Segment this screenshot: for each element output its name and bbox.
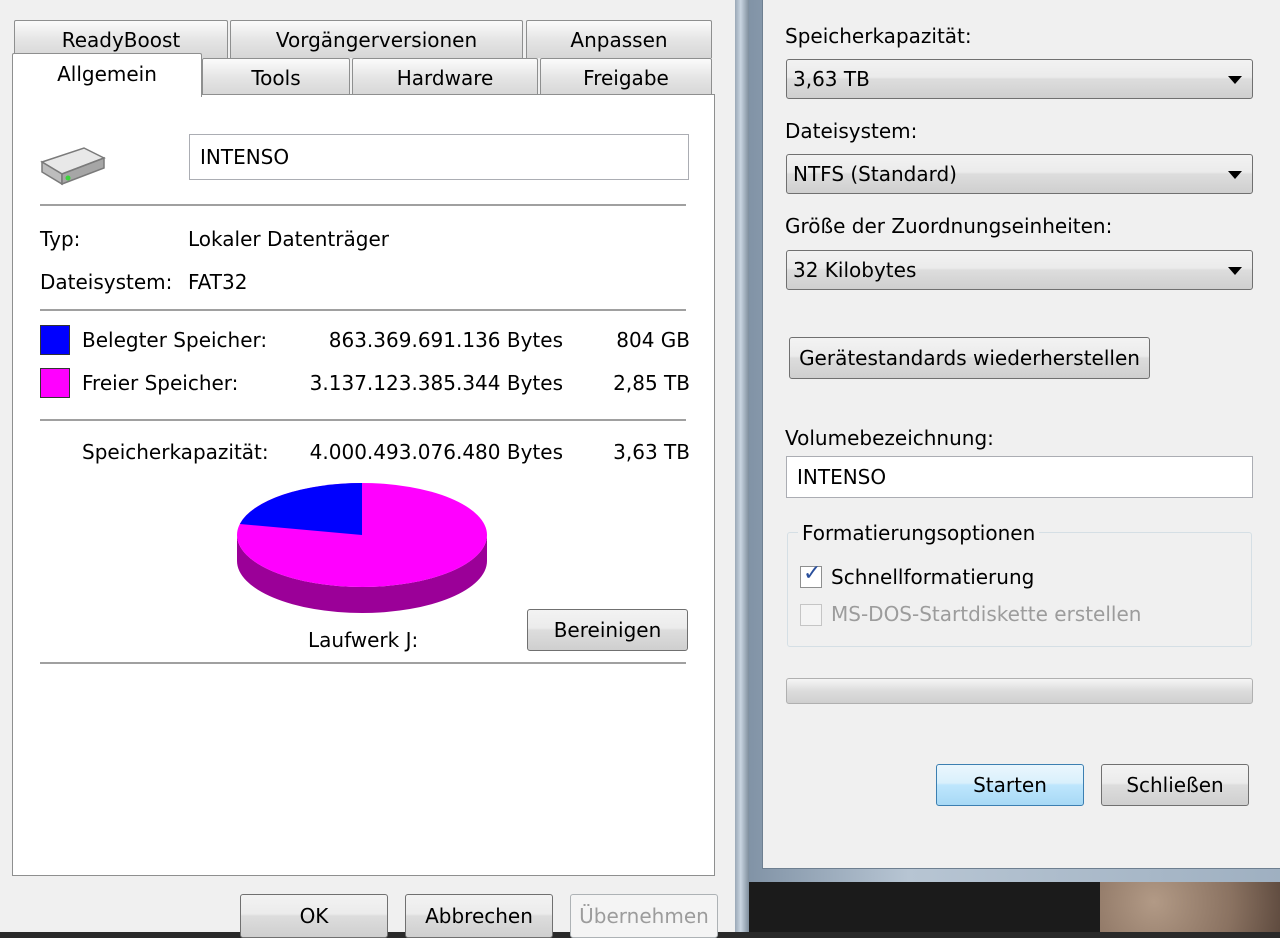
free-space-bytes: 3.137.123.385.344 Bytes bbox=[309, 371, 563, 395]
cleanup-button[interactable]: Bereinigen bbox=[527, 609, 688, 651]
format-options-title: Formatierungsoptionen bbox=[798, 521, 1040, 545]
type-value: Lokaler Datenträger bbox=[188, 227, 389, 251]
quick-format-checkbox[interactable]: ✓ bbox=[800, 561, 822, 588]
filesystem-value: FAT32 bbox=[188, 270, 248, 294]
format-progress-bar bbox=[786, 678, 1253, 704]
checkmark-icon: ✓ bbox=[803, 561, 822, 586]
separator bbox=[40, 419, 686, 421]
capacity-size: 3,63 TB bbox=[613, 440, 690, 464]
hard-drive-icon bbox=[40, 147, 106, 186]
allocation-size-select-value: 32 Kilobytes bbox=[793, 258, 917, 282]
volume-label-input[interactable]: INTENSO bbox=[786, 456, 1253, 498]
filesystem-label: Dateisystem: bbox=[40, 270, 173, 294]
separator bbox=[40, 309, 686, 311]
volume-label-label: Volumebezeichnung: bbox=[785, 426, 994, 450]
window-border bbox=[735, 0, 749, 932]
separator bbox=[40, 204, 686, 206]
used-space-swatch bbox=[40, 325, 70, 355]
msdos-boot-checkbox[interactable] bbox=[800, 604, 822, 626]
quick-format-label[interactable]: Schnellformatierung bbox=[831, 565, 1034, 589]
cancel-button[interactable]: Abbrechen bbox=[405, 894, 553, 938]
used-space-bytes: 863.369.691.136 Bytes bbox=[328, 328, 563, 352]
used-space-label: Belegter Speicher: bbox=[82, 328, 268, 352]
capacity-select-value: 3,63 TB bbox=[793, 67, 870, 91]
drive-letter-label: Laufwerk J: bbox=[308, 628, 419, 652]
capacity-select[interactable]: 3,63 TB bbox=[786, 59, 1253, 99]
close-button[interactable]: Schließen bbox=[1101, 764, 1249, 806]
chevron-down-icon bbox=[1228, 76, 1242, 84]
separator bbox=[40, 662, 686, 664]
allocation-size-label: Größe der Zuordnungseinheiten: bbox=[785, 214, 1113, 238]
allocation-size-select[interactable]: 32 Kilobytes bbox=[786, 250, 1253, 290]
format-capacity-label: Speicherkapazität: bbox=[785, 24, 972, 48]
properties-dialog: ReadyBoost Vorgängerversionen Anpassen A… bbox=[0, 0, 735, 938]
ok-button[interactable]: OK bbox=[240, 894, 388, 938]
format-filesystem-label: Dateisystem: bbox=[785, 119, 918, 143]
restore-defaults-button[interactable]: Gerätestandards wiederherstellen bbox=[789, 337, 1150, 379]
start-button[interactable]: Starten bbox=[936, 764, 1084, 806]
desktop-wallpaper-fragment bbox=[1100, 882, 1280, 932]
type-label: Typ: bbox=[40, 227, 81, 251]
format-options-group bbox=[787, 532, 1252, 647]
capacity-bytes: 4.000.493.076.480 Bytes bbox=[309, 440, 563, 464]
used-space-size: 804 GB bbox=[616, 328, 690, 352]
msdos-boot-label: MS-DOS-Startdiskette erstellen bbox=[831, 602, 1142, 626]
chevron-down-icon bbox=[1228, 171, 1242, 179]
free-space-swatch bbox=[40, 368, 70, 398]
filesystem-select[interactable]: NTFS (Standard) bbox=[786, 154, 1253, 194]
chevron-down-icon bbox=[1228, 267, 1242, 275]
free-space-size: 2,85 TB bbox=[613, 371, 690, 395]
free-space-label: Freier Speicher: bbox=[82, 371, 239, 395]
disk-usage-pie-chart bbox=[237, 483, 487, 613]
capacity-label: Speicherkapazität: bbox=[82, 440, 269, 464]
apply-button[interactable]: Übernehmen bbox=[570, 894, 718, 938]
filesystem-select-value: NTFS (Standard) bbox=[793, 162, 957, 186]
volume-name-input[interactable]: INTENSO bbox=[189, 134, 689, 180]
